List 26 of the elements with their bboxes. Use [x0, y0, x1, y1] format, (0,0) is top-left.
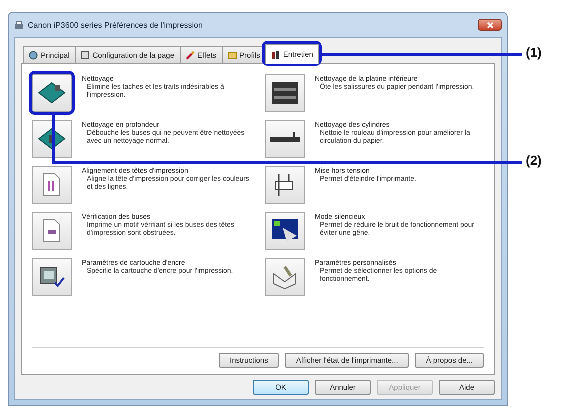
- function-button[interactable]: [265, 212, 305, 250]
- function-button[interactable]: [32, 258, 72, 296]
- globe-icon: [29, 50, 38, 60]
- alignment-icon: [42, 173, 62, 197]
- window-title: Canon iP3600 series Préférences de l'impression: [28, 20, 204, 30]
- page-icon: [80, 50, 90, 60]
- callout-frame: [29, 71, 75, 115]
- close-icon: [486, 22, 494, 28]
- function-button[interactable]: [265, 166, 305, 204]
- function-button[interactable]: [265, 74, 305, 112]
- callout-label: (2): [526, 153, 542, 168]
- function-button[interactable]: [265, 120, 305, 158]
- book-icon: [271, 264, 299, 290]
- callout-frame: [262, 41, 322, 66]
- folder-icon: [228, 50, 237, 60]
- document-icon: [42, 219, 62, 243]
- quiet-mode-icon: [271, 218, 299, 244]
- brush-icon: [186, 50, 194, 60]
- function-button[interactable]: [32, 74, 72, 112]
- close-button[interactable]: [478, 19, 502, 31]
- function-button[interactable]: [32, 120, 72, 158]
- function-button[interactable]: [265, 258, 305, 296]
- print-head-icon: [37, 81, 67, 105]
- callout-label: (1): [526, 45, 542, 60]
- cartridge-icon: [39, 265, 65, 289]
- function-button[interactable]: [32, 212, 72, 250]
